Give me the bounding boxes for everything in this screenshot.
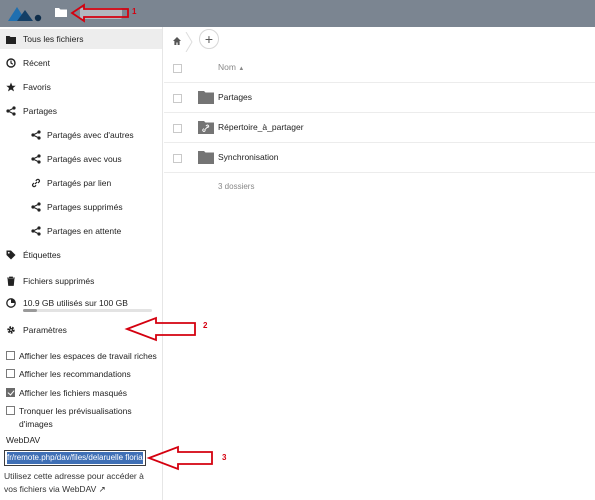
annotation-arrow-3 [146, 445, 213, 471]
annotation-arrow-2 [124, 316, 196, 342]
annotation-label-2: 2 [203, 321, 208, 330]
annotation-arrows [70, 3, 213, 471]
annotation-label-1: 1 [132, 7, 137, 16]
annotation-label-3: 3 [222, 453, 227, 462]
annotation-arrow-1 [70, 3, 129, 23]
